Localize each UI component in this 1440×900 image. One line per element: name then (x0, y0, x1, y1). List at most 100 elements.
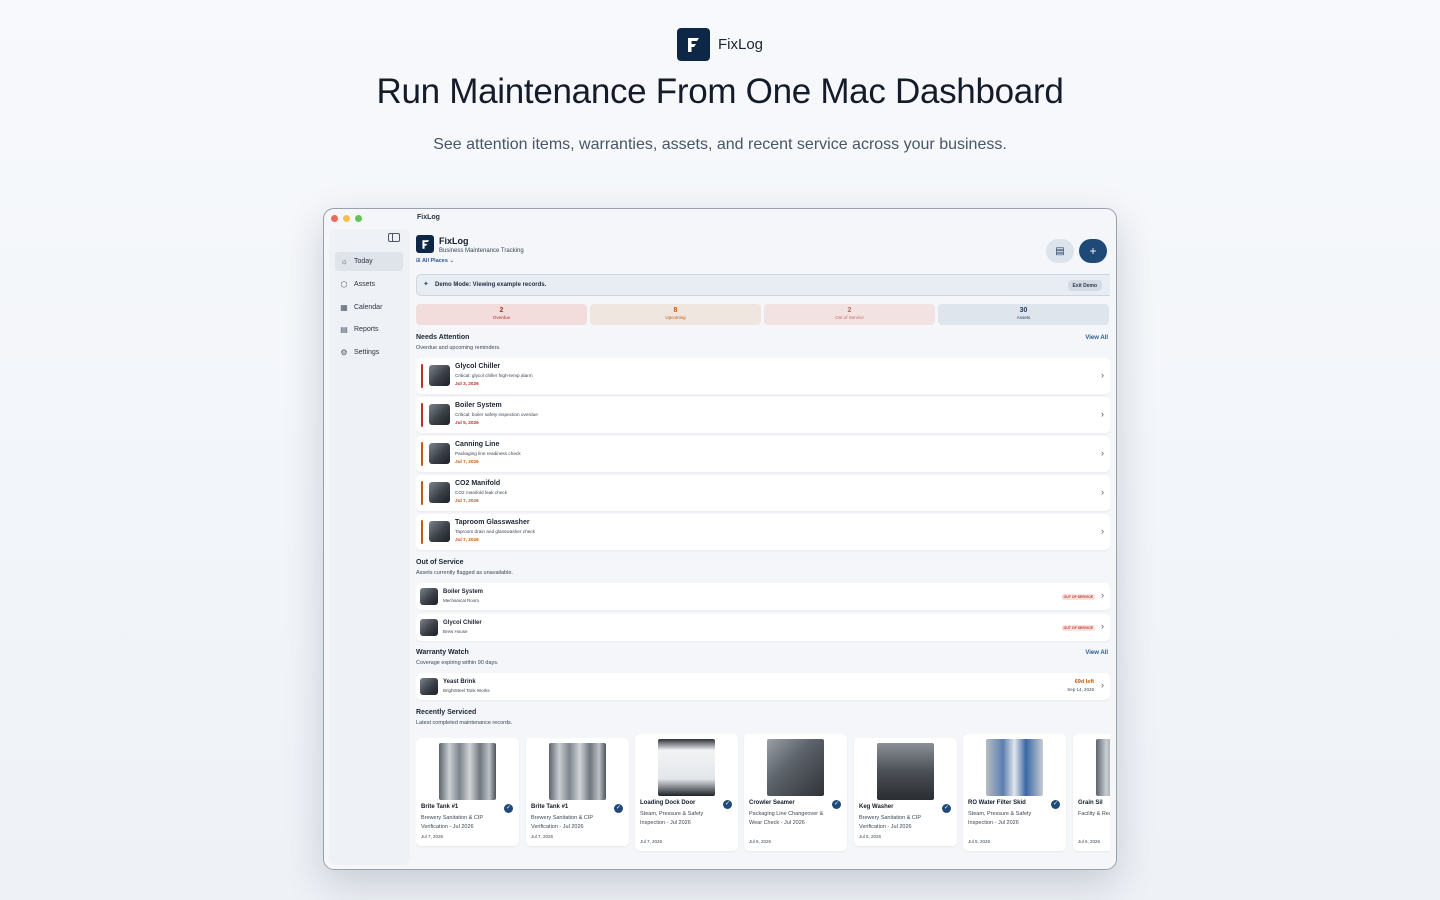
title-bar: FixLog (324, 209, 1116, 229)
service-card[interactable]: Brite Tank #1 ✓ Brewery Sanitation & CIP… (416, 738, 519, 846)
app-window: FixLog ☼ Today ⬡ Assets ▦ Calendar ▤ Rep… (323, 208, 1117, 870)
minimize-window-button[interactable] (343, 215, 350, 222)
stat-label: Overdue (492, 315, 511, 320)
card-date: Jul 6, 2026 (859, 834, 882, 839)
asset-photo (439, 743, 496, 800)
attention-desc: Critical: boiler safety inspection overd… (455, 412, 538, 417)
attention-date: Jul 7, 2026 (455, 537, 479, 542)
needs-attention-view-all-link[interactable]: View All (1085, 335, 1108, 341)
verified-check-icon: ✓ (504, 804, 513, 813)
hero-subtitle: See attention items, warranties, assets,… (433, 136, 1007, 153)
asset-photo (1096, 739, 1110, 796)
service-card[interactable]: Grain Sil Facility & Readines 2026 Jul 5… (1073, 734, 1110, 851)
stat-value: 2 (499, 307, 504, 314)
sidebar-item-label: Calendar (354, 304, 383, 311)
sidebar-item-reports[interactable]: ▤ Reports (335, 320, 403, 339)
attention-row[interactable]: Canning Line Packaging line readiness ch… (416, 436, 1110, 472)
severity-bar (421, 442, 423, 466)
card-desc: Brewery Sanitation & CIP Verification - … (859, 815, 921, 830)
attention-name: Glycol Chiller (455, 363, 501, 370)
severity-bar (421, 520, 423, 544)
sidebar-item-calendar[interactable]: ▦ Calendar (335, 298, 403, 317)
asset-thumbnail (429, 521, 450, 542)
attention-row[interactable]: CO2 Manifold CO2 manifold leak check Jul… (416, 475, 1110, 511)
needs-attention-title: Needs Attention (416, 334, 470, 341)
attention-date: Jul 3, 2026 (455, 381, 479, 386)
attention-name: Taproom Glasswasher (455, 519, 530, 526)
card-title: Brite Tank #1 (531, 804, 569, 810)
card-title: Keg Washer (859, 804, 894, 810)
sidebar-toggle-icon[interactable] (388, 233, 400, 242)
gear-icon: ⚙ (340, 348, 348, 357)
stat-assets[interactable]: 30 Assets (938, 304, 1109, 325)
attention-desc: Taproom drain and glasswasher check (455, 529, 535, 534)
recently-serviced-subtitle: Latest completed maintenance records. (416, 720, 513, 726)
stat-value: 30 (1019, 307, 1028, 314)
warranty-vendor: BrightSteel Tank Works (443, 688, 490, 693)
verified-check-icon: ✓ (723, 800, 732, 809)
asset-photo (767, 739, 824, 796)
chevron-right-icon: › (1101, 448, 1104, 458)
service-card[interactable]: Crowler Seamer ✓ Packaging Line Changeov… (744, 734, 847, 851)
chevron-right-icon: › (1101, 621, 1104, 631)
stat-label: Out of Service (835, 315, 864, 320)
cube-icon: ⬡ (340, 280, 348, 289)
zoom-window-button[interactable] (355, 215, 362, 222)
card-title: RO Water Filter Skid (968, 800, 1026, 806)
sidebar-item-settings[interactable]: ⚙ Settings (335, 343, 403, 362)
card-title: Grain Sil (1078, 800, 1103, 806)
attention-row[interactable]: Boiler System Critical: boiler safety in… (416, 397, 1110, 433)
asset-name: Boiler System (443, 589, 484, 595)
stat-overdue[interactable]: 2 Overdue (416, 304, 587, 325)
sun-icon: ☼ (340, 257, 348, 266)
card-desc: Brewery Sanitation & CIP Verification - … (531, 815, 593, 830)
sidebar-item-today[interactable]: ☼ Today (335, 252, 403, 271)
stat-upcoming[interactable]: 8 Upcoming (590, 304, 761, 325)
severity-bar (421, 364, 423, 388)
asset-location: Mechanical Room (443, 598, 480, 603)
card-date: Jul 7, 2026 (640, 839, 663, 844)
out-of-service-row[interactable]: Glycol Chiller Brew House OUT OF SERVICE… (416, 614, 1110, 641)
warranty-date: Sep 14, 2026 (1067, 687, 1094, 692)
asset-location: Brew House (443, 629, 468, 634)
close-window-button[interactable] (331, 215, 338, 222)
warranty-view-all-link[interactable]: View All (1085, 650, 1108, 656)
asset-name: Yeast Brink (443, 679, 476, 685)
recently-serviced-title: Recently Serviced (416, 709, 477, 716)
hero-title: Run Maintenance From One Mac Dashboard (376, 72, 1064, 111)
sidebar-item-label: Assets (354, 281, 376, 288)
asset-thumbnail (429, 482, 450, 503)
card-date: Jul 5, 2026 (968, 839, 991, 844)
stat-value: 8 (673, 307, 678, 314)
days-left: 69d left (1074, 679, 1094, 685)
asset-photo (877, 743, 934, 800)
window-title: FixLog (417, 214, 440, 221)
out-of-service-row[interactable]: Boiler System Mechanical Room OUT OF SER… (416, 583, 1110, 610)
service-card[interactable]: Brite Tank #1 ✓ Brewery Sanitation & CIP… (526, 738, 629, 846)
sidebar: ☼ Today ⬡ Assets ▦ Calendar ▤ Reports ⚙ … (329, 229, 410, 865)
verified-check-icon: ✓ (832, 800, 841, 809)
severity-bar (421, 481, 423, 505)
stat-out-of-service[interactable]: 2 Out of Service (764, 304, 935, 325)
warranty-row[interactable]: Yeast Brink BrightSteel Tank Works 69d l… (416, 673, 1110, 700)
chevron-right-icon: › (1101, 680, 1104, 690)
service-card[interactable]: Loading Dock Door ✓ Steam, Pressure & Sa… (635, 734, 738, 851)
card-title: Brite Tank #1 (421, 804, 459, 810)
attention-name: Canning Line (455, 441, 500, 448)
brand: FixLog (0, 28, 1440, 61)
card-date: Jul 6, 2026 (749, 839, 772, 844)
sidebar-item-assets[interactable]: ⬡ Assets (335, 275, 403, 294)
service-card[interactable]: Keg Washer ✓ Brewery Sanitation & CIP Ve… (854, 738, 957, 846)
card-title: Loading Dock Door (640, 800, 696, 806)
card-date: Jul 7, 2026 (531, 834, 554, 839)
exit-demo-button[interactable]: Exit Demo (1067, 280, 1102, 291)
service-card[interactable]: RO Water Filter Skid ✓ Steam, Pressure &… (963, 734, 1066, 851)
attention-row[interactable]: Taproom Glasswasher Taproom drain and gl… (416, 514, 1110, 550)
brand-name: FixLog (717, 36, 764, 53)
attention-desc: Packaging line readiness check (455, 451, 521, 456)
content-viewport: ✦ Demo Mode: Viewing example records. Ex… (416, 229, 1110, 869)
card-desc: Steam, Pressure & Safety Inspection - Ju… (640, 811, 704, 826)
status-badge: OUT OF SERVICE (1061, 594, 1095, 600)
stat-label: Assets (1016, 315, 1031, 320)
attention-row[interactable]: Glycol Chiller Critical: glycol chiller … (416, 358, 1110, 394)
